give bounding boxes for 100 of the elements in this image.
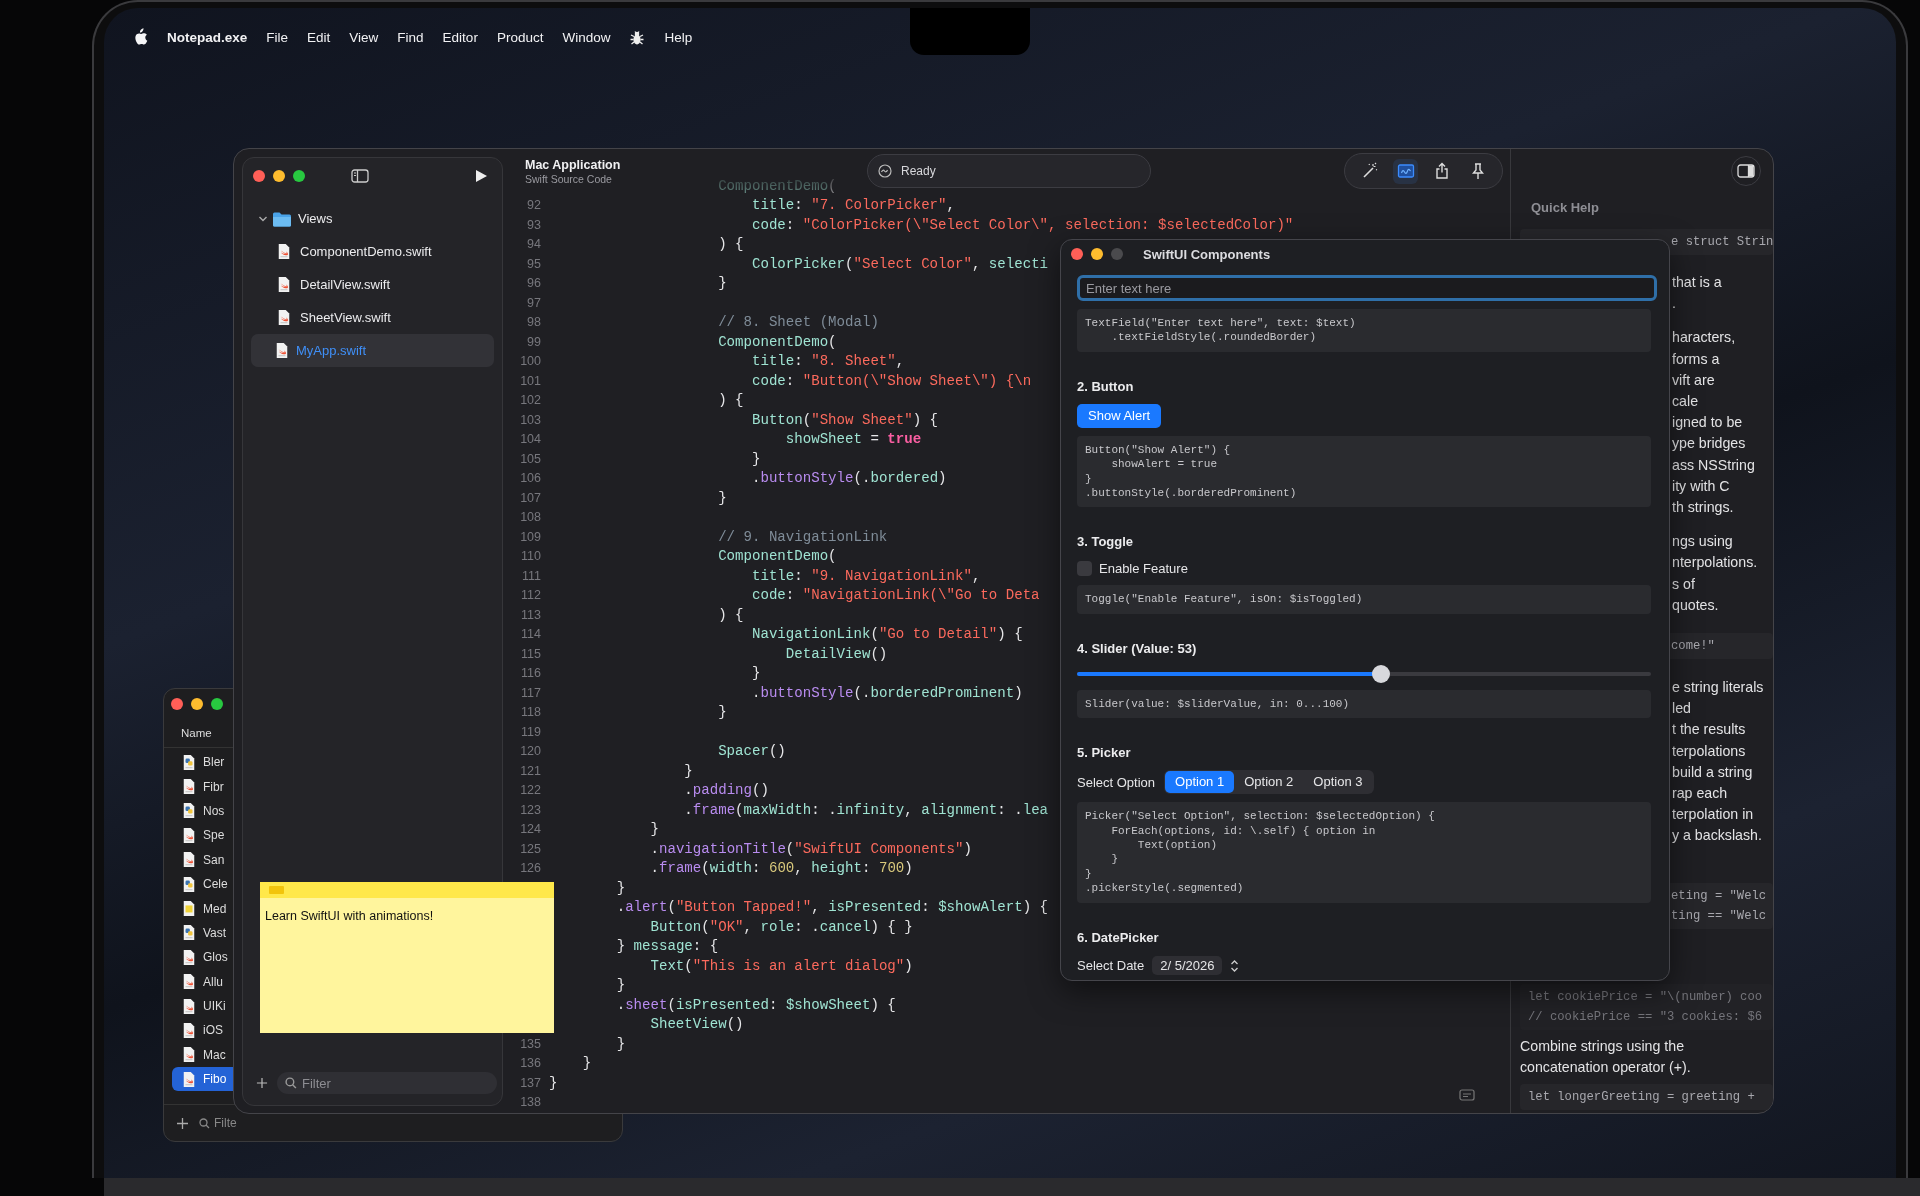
- line-number: 137: [519, 1075, 541, 1090]
- line-number: 106: [519, 471, 541, 486]
- menu-item[interactable]: Editor: [442, 29, 478, 45]
- filter-field[interactable]: Filter: [277, 1072, 497, 1094]
- slider-track[interactable]: [1077, 665, 1651, 682]
- swift-file-icon: [182, 973, 196, 991]
- show-alert-button[interactable]: Show Alert: [1077, 403, 1162, 428]
- close-button[interactable]: [171, 698, 183, 710]
- code-text: eting = "Welc ting == "Welc: [1670, 887, 1768, 925]
- window-title: SwiftUI Components: [1143, 246, 1271, 262]
- file-name: Cele: [203, 877, 228, 892]
- project-subtitle: Swift Source Code: [525, 172, 613, 185]
- file-row[interactable]: Cele: [172, 871, 234, 897]
- sidebar-icon[interactable]: [351, 169, 369, 183]
- file-row[interactable]: Fibo: [172, 1067, 234, 1092]
- line-number: 103: [519, 412, 541, 427]
- apple-logo-icon[interactable]: [132, 28, 148, 46]
- close-button[interactable]: [1071, 248, 1083, 260]
- toolbar-button[interactable]: [1393, 158, 1418, 184]
- code-line: Text("This is an alert dialog"): [650, 957, 913, 974]
- window-icon[interactable]: [1459, 1089, 1475, 1101]
- code-snippet: Slider(value: $sliderValue, in: 0...100): [1077, 689, 1651, 719]
- file-tree-item[interactable]: SheetView.swift: [251, 301, 494, 334]
- file-row[interactable]: Spe: [172, 823, 234, 848]
- menu-item[interactable]: Find: [397, 29, 424, 45]
- add-icon[interactable]: [256, 1077, 268, 1089]
- color-tab[interactable]: [269, 886, 284, 894]
- segment[interactable]: Option 2: [1234, 771, 1304, 794]
- line-number: 121: [519, 763, 541, 778]
- code-line: }: [718, 489, 727, 506]
- segment[interactable]: Option 1: [1165, 771, 1235, 794]
- menu-item[interactable]: Edit: [307, 29, 331, 45]
- file-tree-item[interactable]: DetailView.swift: [251, 268, 494, 301]
- minimize-button[interactable]: [273, 170, 285, 182]
- code-line: .alert("Button Tapped!", isPresented: $showAlert) {: [616, 899, 1049, 916]
- column-header[interactable]: Name: [181, 727, 212, 739]
- code-text: come!": [1670, 638, 1716, 656]
- code-snippet: TextField("Enter text here", text: $text) .textFieldStyle(.roundedBorder): [1077, 309, 1651, 352]
- code-line: ComponentDemo(: [718, 548, 837, 565]
- file-row[interactable]: San: [172, 847, 234, 872]
- app-menu[interactable]: Notepad.exe: [167, 29, 248, 45]
- file-name: Spe: [203, 828, 225, 843]
- stepper-icon[interactable]: [1230, 958, 1240, 973]
- bug-icon[interactable]: [629, 28, 646, 46]
- menu-item[interactable]: Help: [664, 29, 693, 45]
- file-name: Vast: [203, 925, 227, 940]
- play-icon[interactable]: [475, 169, 488, 183]
- file-row[interactable]: Glos: [172, 945, 234, 970]
- line-number: 126: [519, 861, 541, 876]
- line-number: 97: [526, 295, 541, 310]
- file-name: Med: [203, 901, 227, 916]
- line-number: 96: [526, 276, 541, 291]
- text-field[interactable]: Enter text here: [1077, 275, 1657, 301]
- zoom-button[interactable]: [211, 698, 223, 710]
- swift-file-icon: [182, 826, 196, 844]
- python-file-icon: [182, 802, 196, 820]
- code-line: }: [718, 275, 727, 292]
- date-field[interactable]: 2/ 5/2026: [1152, 956, 1223, 976]
- note-text[interactable]: Learn SwiftUI with animations!: [260, 898, 554, 923]
- code-line: .navigationTitle("SwiftUI Components"): [650, 840, 972, 857]
- file-tree-item[interactable]: ComponentDemo.swift: [251, 235, 494, 268]
- code-text: let longerGreeting = greeting +: [1528, 1089, 1756, 1107]
- line-number: 125: [519, 841, 541, 856]
- zoom-button[interactable]: [293, 170, 305, 182]
- file-tree-item[interactable]: MyApp.swift: [251, 334, 494, 367]
- swift-file-icon: [182, 948, 196, 966]
- minimize-button[interactable]: [191, 698, 203, 710]
- js-file-icon: [182, 900, 196, 918]
- file-row[interactable]: Nos: [172, 798, 234, 824]
- add-icon[interactable]: [176, 1116, 189, 1130]
- segment[interactable]: Option 3: [1303, 771, 1373, 794]
- close-button[interactable]: [253, 170, 265, 182]
- file-row[interactable]: Bler: [172, 750, 234, 775]
- menu-item[interactable]: View: [349, 29, 379, 45]
- line-number: 93: [526, 217, 541, 232]
- code-line: Button("OK", role: .cancel) { }: [650, 918, 913, 935]
- checkbox[interactable]: [1077, 560, 1092, 576]
- line-number: 104: [519, 432, 541, 447]
- file-tree-item[interactable]: Views: [251, 202, 494, 235]
- file-name: Bler: [203, 755, 225, 770]
- file-row[interactable]: Mac: [172, 1042, 234, 1068]
- menu-item[interactable]: Window: [562, 29, 611, 45]
- section-heading: 4. Slider (Value: 53): [1077, 639, 1198, 658]
- line-number: 111: [521, 568, 541, 583]
- file-row[interactable]: Vast: [172, 920, 234, 946]
- swift-file-icon: [182, 1046, 196, 1064]
- filter-field[interactable]: Filte: [199, 1116, 237, 1130]
- file-row[interactable]: Allu: [172, 969, 234, 994]
- python-file-icon: [182, 875, 196, 893]
- file-row[interactable]: Fibr: [172, 774, 234, 799]
- minimize-button[interactable]: [1091, 248, 1103, 260]
- file-row[interactable]: iOS: [172, 1018, 234, 1043]
- menu-item[interactable]: File: [266, 29, 289, 45]
- file-row[interactable]: UIKi: [172, 993, 234, 1019]
- slider-thumb[interactable]: [1372, 664, 1391, 683]
- file-row[interactable]: Med: [172, 896, 234, 921]
- menu-item[interactable]: Product: [496, 29, 544, 45]
- file-name: Fibo: [203, 1072, 227, 1087]
- code-line: // 9. NavigationLink: [718, 528, 888, 545]
- line-number: 109: [519, 529, 541, 544]
